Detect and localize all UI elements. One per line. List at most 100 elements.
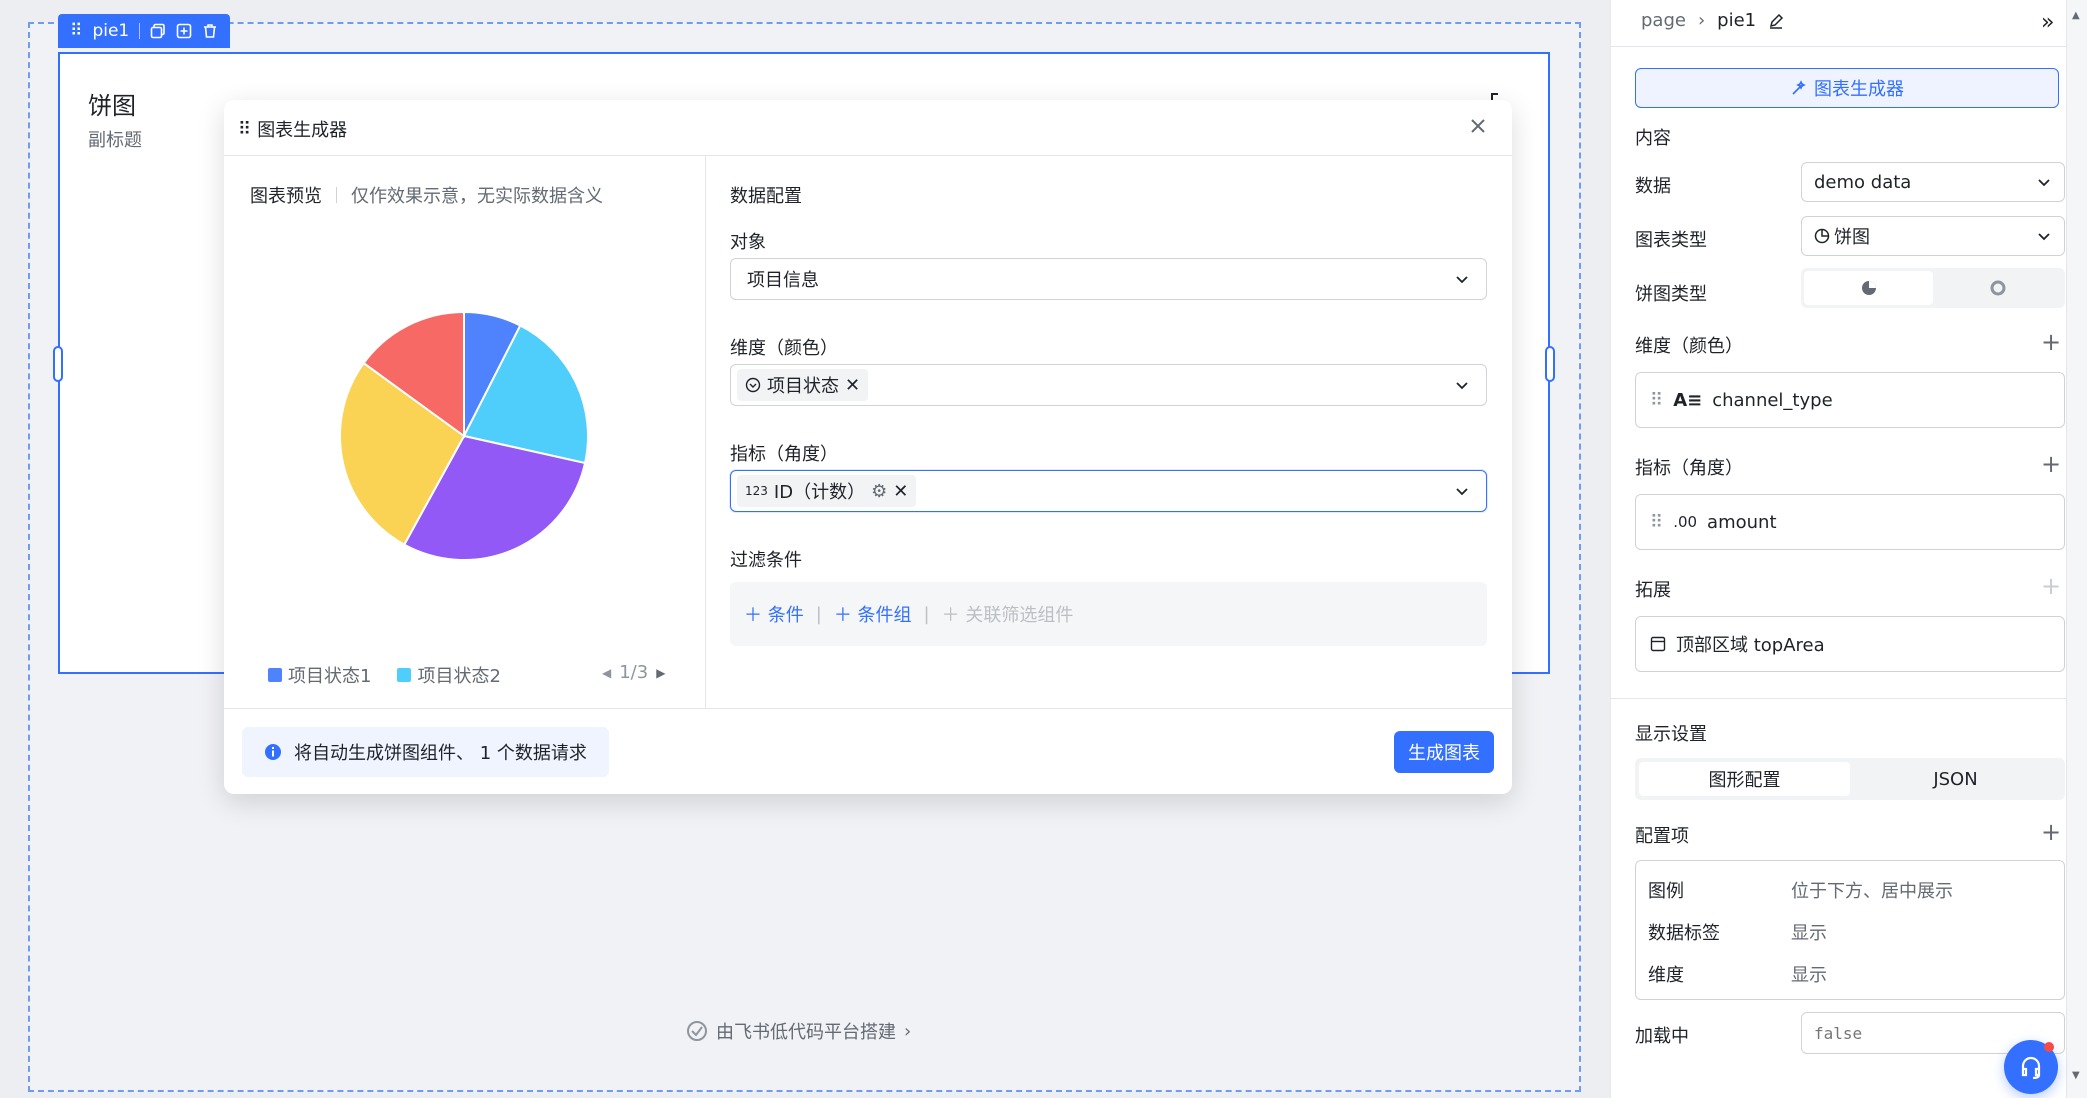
remove-chip-icon[interactable]: ✕ [845, 375, 860, 396]
info-text: 将自动生成饼图组件、 1 个数据请求 [294, 743, 587, 764]
dimension-label: 维度（颜色） [730, 338, 838, 359]
chevron-down-icon [1456, 276, 1468, 284]
chart-builder-modal: ⠿ 图表生成器 图表预览 仅作效果示意，无实际数据含义 项目状态1 项目状态2 ◀… [224, 100, 1512, 794]
generate-chart-button[interactable]: 生成图表 [1394, 731, 1494, 773]
dimension-label: 维度（颜色） [1635, 336, 1743, 357]
footer-brand[interactable]: 由飞书低代码平台搭建 › [686, 1018, 911, 1044]
preview-pane: 图表预览 仅作效果示意，无实际数据含义 项目状态1 项目状态2 ◀ 1/3 ▶ [224, 156, 706, 708]
object-select[interactable]: 项目信息 [730, 258, 1487, 300]
modal-title[interactable]: ⠿ 图表生成器 [238, 116, 347, 142]
tab-json[interactable]: JSON [1850, 762, 2061, 796]
config-row: 图例 位于下方、居中展示 [1648, 869, 2052, 911]
config-key: 数据标签 [1648, 923, 1720, 944]
add-extend-icon[interactable]: + [2041, 574, 2061, 598]
data-config-title: 数据配置 [730, 186, 802, 207]
scroll-down-icon[interactable]: ▼ [2072, 1070, 2080, 1081]
chevron-down-icon [2038, 233, 2050, 241]
modal-title-label: 图表生成器 [257, 120, 348, 141]
donut-icon [1990, 280, 2005, 296]
preview-header: 图表预览 仅作效果示意，无实际数据含义 [250, 182, 603, 208]
breadcrumb-current: pie1 [1717, 10, 1757, 31]
tab-graphic-config[interactable]: 图形配置 [1639, 762, 1850, 796]
dimension-chip-label: 项目状态 [767, 376, 839, 397]
chevron-down-icon [1456, 488, 1468, 496]
add-condition-group-button[interactable]: ＋ 条件组 [834, 601, 912, 627]
chevron-down-icon [1456, 382, 1468, 390]
metric-field-box[interactable]: ⠿ .00 amount [1635, 494, 2065, 550]
dimension-field-box[interactable]: ⠿ A≡ channel_type [1635, 372, 2065, 428]
legend-item[interactable]: 项目状态1 [268, 662, 371, 688]
breadcrumb-page[interactable]: page [1641, 10, 1686, 31]
pie-solid-option[interactable] [1804, 271, 1933, 305]
edit-icon[interactable] [1768, 13, 1784, 29]
scrollbar[interactable]: ▲ ▼ [2066, 0, 2087, 1098]
add-metric-icon[interactable]: + [2041, 452, 2061, 476]
divider [139, 23, 141, 39]
add-condition-label: 条件 [767, 605, 804, 626]
chart-type-value-wrap: 饼图 [1814, 223, 1870, 249]
metric-select[interactable]: 123 ID（计数） ⚙ ✕ [730, 470, 1487, 512]
config-value: 显示 [1791, 923, 1827, 944]
chart-type-value: 饼图 [1834, 227, 1870, 248]
scroll-up-icon[interactable]: ▲ [2072, 10, 2080, 21]
chart-builder-button[interactable]: 图表生成器 [1635, 68, 2059, 108]
card-subtitle: 副标题 [88, 130, 142, 151]
footer-brand-label: 由飞书低代码平台搭建 [716, 1022, 896, 1043]
gear-icon[interactable]: ⚙ [871, 481, 887, 502]
modal-header: ⠿ 图表生成器 [224, 100, 1512, 156]
feishu-logo-icon [687, 1021, 707, 1041]
caret-right-icon[interactable]: ▶ [656, 666, 665, 680]
close-icon[interactable] [1466, 114, 1490, 138]
collapse-panel-icon[interactable]: » [2041, 10, 2054, 35]
legend-label: 项目状态1 [288, 666, 372, 687]
legend-swatch [268, 668, 282, 682]
caret-left-icon[interactable]: ◀ [602, 666, 611, 680]
chart-legend: 项目状态1 项目状态2 [268, 662, 501, 688]
divider: | [923, 603, 930, 625]
magic-wand-icon [1792, 80, 1806, 95]
legend-pager[interactable]: ◀ 1/3 ▶ [602, 662, 665, 683]
dimension-field-name: channel_type [1712, 389, 1833, 411]
drag-handle-icon[interactable]: ⠿ [1650, 512, 1663, 533]
info-icon [265, 744, 281, 760]
info-banner: 将自动生成饼图组件、 1 个数据请求 [242, 727, 609, 777]
add-config-icon[interactable]: + [2041, 820, 2061, 844]
object-select-value: 项目信息 [747, 270, 819, 291]
legend-item[interactable]: 项目状态2 [397, 662, 501, 688]
resize-handle-left[interactable] [53, 346, 63, 382]
drag-handle-icon[interactable]: ⠿ [70, 21, 82, 41]
duplicate-icon[interactable] [176, 23, 192, 39]
drag-handle-icon[interactable]: ⠿ [1650, 390, 1663, 411]
extend-field-box[interactable]: 顶部区域 topArea [1635, 616, 2065, 672]
divider [1611, 46, 2067, 47]
config-key: 维度 [1648, 965, 1684, 986]
chart-type-select[interactable]: 饼图 [1801, 216, 2065, 256]
config-items-box[interactable]: 图例 位于下方、居中展示 数据标签 显示 维度 显示 [1635, 860, 2065, 1000]
card-title: 饼图 [88, 92, 136, 120]
pie-donut-option[interactable] [1933, 271, 2062, 305]
pie-type-label: 饼图类型 [1635, 284, 1707, 305]
add-condition-group-label: 条件组 [857, 605, 912, 626]
add-condition-button[interactable]: ＋ 条件 [744, 601, 804, 627]
copy-icon[interactable] [150, 23, 166, 39]
modal-footer: 将自动生成饼图组件、 1 个数据请求 生成图表 [224, 708, 1512, 794]
legend-swatch [397, 668, 412, 682]
section-content-label: 内容 [1635, 128, 1671, 149]
legend-label: 项目状态2 [417, 666, 501, 687]
add-dimension-icon[interactable]: + [2041, 330, 2061, 354]
data-select[interactable]: demo data [1801, 162, 2065, 202]
config-row: 数据标签 显示 [1648, 911, 2052, 953]
dimension-select[interactable]: 项目状态 ✕ [730, 364, 1487, 406]
drag-handle-icon[interactable]: ⠿ [238, 119, 251, 140]
metric-field-name: amount [1707, 511, 1777, 533]
divider: | [815, 603, 822, 625]
filter-label: 过滤条件 [730, 550, 802, 571]
pie-type-segmented [1801, 268, 2065, 308]
resize-handle-right[interactable] [1545, 346, 1555, 382]
remove-chip-icon[interactable]: ✕ [893, 481, 908, 502]
breadcrumb: page › pie1 [1641, 10, 1784, 31]
selection-tag[interactable]: ⠿ pie1 [58, 14, 231, 48]
delete-icon[interactable] [202, 23, 218, 39]
config-pane: 数据配置 对象 项目信息 维度（颜色） 项目状态 ✕ 指标（角度） 123 ID… [706, 156, 1512, 708]
loading-label: 加载中 [1635, 1026, 1689, 1047]
